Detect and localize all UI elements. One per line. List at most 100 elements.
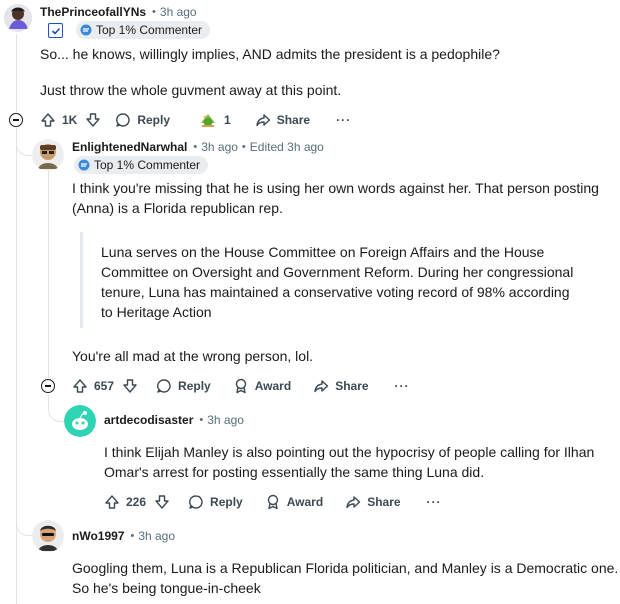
quote-line: tenure, Luna has maintained a conservati… (101, 284, 570, 300)
comment-meta: ThePrinceofallYNs • 3h ago (40, 4, 197, 20)
award-button[interactable]: Award (265, 494, 323, 510)
comment-icon (116, 113, 130, 127)
timestamp[interactable]: 3h ago (201, 140, 238, 154)
timestamp[interactable]: 3h ago (160, 5, 197, 19)
award-label: Award (286, 495, 324, 509)
thread-elbow-nwo (16, 460, 32, 536)
share-icon (314, 380, 329, 393)
award-icon (235, 378, 246, 394)
award-label: Award (254, 379, 292, 393)
username[interactable]: EnlightenedNarwhal (72, 140, 187, 154)
thread-elbow-enlightened (16, 128, 32, 156)
upvote-icon[interactable] (40, 112, 56, 128)
user-avatar-icon (32, 520, 64, 552)
reply-label: Reply (178, 379, 211, 393)
more-options-icon: ··· (336, 113, 352, 127)
more-options-icon: ··· (394, 379, 410, 393)
badge-label: Top 1% Commenter (94, 158, 201, 172)
username[interactable]: ThePrinceofallYNs (40, 5, 146, 19)
reply-button[interactable]: Reply (156, 378, 211, 394)
commenter-badge-icon (78, 159, 90, 171)
share-button[interactable]: Share (255, 112, 310, 128)
thread-line-root (16, 34, 17, 112)
timestamp[interactable]: 3h ago (207, 413, 244, 427)
comment-body-line: (Anna) is a Florida republican rep. (72, 200, 283, 216)
timestamp[interactable]: 3h ago (138, 529, 175, 543)
snoo-avatar-icon (64, 405, 96, 437)
quote-line: Luna serves on the House Committee on Fo… (101, 244, 545, 260)
user-avatar-icon (32, 139, 64, 171)
thread-elbow-artdeco (48, 394, 64, 422)
avatar[interactable] (32, 520, 64, 552)
username[interactable]: artdecodisaster (104, 413, 193, 427)
award-button[interactable]: Award (233, 378, 291, 394)
vote-group: 657 (72, 378, 138, 394)
collapse-icon[interactable] (9, 113, 23, 127)
separator-dot: • (199, 414, 204, 426)
share-icon (256, 114, 270, 127)
award-button[interactable]: 1 (198, 111, 231, 129)
quote-line: to Heritage Action (101, 304, 212, 320)
reply-label: Reply (210, 495, 243, 509)
upvote-icon[interactable] (72, 378, 88, 394)
comment-body-line: I think you're missing that he is using … (72, 180, 599, 196)
comment-actions: 1K Reply 1 Share ··· (40, 110, 351, 130)
comment-body-line: Just throw the whole guvment away at thi… (40, 82, 342, 98)
share-label: Share (276, 113, 311, 127)
user-avatar-icon (4, 4, 32, 32)
award-count: 1 (224, 113, 231, 127)
commenter-badge: Top 1% Commenter (74, 156, 209, 174)
comment-actions: 657 Reply Award Share ··· (72, 376, 410, 396)
separator-dot: • (130, 530, 135, 542)
vote-count: 226 (126, 495, 147, 509)
separator-dot: • (241, 141, 246, 153)
more-options-button[interactable]: ··· (427, 495, 442, 509)
comment-icon (189, 495, 203, 509)
vote-count: 657 (94, 379, 115, 393)
checkbox-icon (48, 23, 63, 38)
upvote-icon[interactable] (104, 494, 120, 510)
avatar[interactable] (32, 139, 64, 171)
downvote-icon[interactable] (122, 378, 138, 394)
username[interactable]: nWo1997 (72, 529, 124, 543)
thread-line-root-lower (16, 128, 17, 604)
comment-actions: 226 Reply Award Share ··· (104, 492, 442, 512)
commenter-badge-icon (80, 24, 92, 36)
award-icon (267, 494, 278, 510)
comment-meta: EnlightenedNarwhal • 3h ago • Edited 3h … (72, 139, 324, 155)
comment-meta: artdecodisaster • 3h ago (104, 412, 244, 428)
comment-body-line: Omar's arrest for posting essentially th… (104, 464, 485, 480)
blockquote: Luna serves on the House Committee on Fo… (80, 232, 573, 328)
edited-label: Edited 3h ago (249, 140, 324, 154)
commenter-badge: Top 1% Commenter (76, 21, 211, 39)
separator-dot: • (152, 6, 156, 18)
more-options-icon: ··· (426, 495, 442, 509)
comment-body-line: You're all mad at the wrong person, lol. (72, 348, 314, 364)
collapse-icon[interactable] (41, 379, 55, 393)
comment-body-line: Googling them, Luna is a Republican Flor… (72, 560, 619, 576)
reply-button[interactable]: Reply (115, 112, 170, 128)
comment-meta: nWo1997 • 3h ago (72, 528, 175, 544)
downvote-icon[interactable] (154, 494, 170, 510)
vote-count: 1K (62, 113, 78, 127)
downvote-icon[interactable] (85, 112, 101, 128)
comment-body-line: I think Elijah Manley is also pointing o… (104, 444, 595, 460)
share-label: Share (367, 495, 401, 509)
more-options-button[interactable]: ··· (336, 113, 351, 127)
comment-icon (157, 379, 171, 393)
share-icon (346, 496, 361, 509)
vote-group: 1K (40, 112, 101, 128)
share-label: Share (335, 379, 369, 393)
reply-button[interactable]: Reply (188, 494, 243, 510)
award-icon (201, 114, 216, 127)
avatar[interactable] (64, 405, 96, 437)
more-options-button[interactable]: ··· (395, 379, 410, 393)
vote-group: 226 (104, 494, 170, 510)
avatar[interactable] (4, 4, 32, 32)
comment-body-line: So... he knows, willingly implies, AND a… (40, 46, 500, 62)
badge-label: Top 1% Commenter (96, 23, 203, 37)
reply-label: Reply (137, 113, 171, 127)
quote-line: Committee on Oversight and Government Re… (101, 264, 574, 280)
share-button[interactable]: Share (313, 378, 369, 394)
share-button[interactable]: Share (345, 494, 401, 510)
